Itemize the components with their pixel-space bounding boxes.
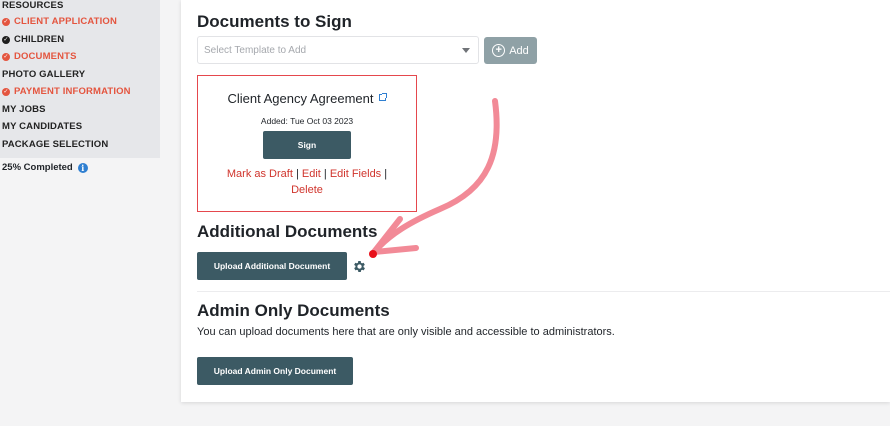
separator: | [384,168,388,180]
sidebar-item-label: DOCUMENTS [14,51,77,62]
edit-fields-link[interactable]: Edit Fields [330,168,381,180]
gear-icon[interactable] [352,259,367,274]
sidebar-item-label: MY JOBS [2,104,46,115]
document-title: Client Agency Agreement [227,91,374,106]
document-actions: Mark as Draft | Edit | Edit Fields | Del… [208,166,406,198]
delete-link[interactable]: Delete [291,184,323,196]
sidebar-item-children[interactable]: ✓ CHILDREN [2,34,64,45]
sidebar-item-my-jobs[interactable]: MY JOBS [2,104,46,115]
external-link-icon[interactable] [379,93,388,102]
document-added-date: Added: Tue Oct 03 2023 [260,116,354,126]
sidebar-item-resources[interactable]: RESOURCES [2,0,64,11]
template-select[interactable]: Select Template to Add [197,36,479,64]
sidebar-item-payment-information[interactable]: ✓ PAYMENT INFORMATION [2,86,131,97]
sign-button[interactable]: Sign [263,131,351,159]
sidebar-item-documents[interactable]: ✓ DOCUMENTS [2,51,77,62]
sidebar-item-label: MY CANDIDATES [2,121,83,132]
info-icon[interactable]: i [77,162,88,173]
sidebar-item-label: CHILDREN [14,34,65,45]
plus-circle-icon: + [492,44,506,57]
additional-documents-heading: Additional Documents [197,222,378,241]
add-template-button[interactable]: + Add [484,37,537,64]
sidebar-item-my-candidates[interactable]: MY CANDIDATES [2,121,82,132]
upload-additional-document-button[interactable]: Upload Additional Document [197,252,347,280]
sidebar-item-photo-gallery[interactable]: PHOTO GALLERY [2,69,85,80]
documents-panel: Documents to Sign Select Template to Add… [181,0,890,402]
sidebar-item-label: PACKAGE SELECTION [2,139,109,150]
sidebar-item-package-selection[interactable]: PACKAGE SELECTION [2,139,108,150]
edit-link[interactable]: Edit [302,168,321,180]
annotation-marker [369,250,377,258]
sidebar-item-label: PAYMENT INFORMATION [14,86,131,97]
separator: | [323,168,327,180]
caret-down-icon [462,48,470,53]
upload-admin-only-document-button[interactable]: Upload Admin Only Document [197,357,353,385]
progress-label: 25% Completed [2,162,73,173]
check-icon: ✓ [2,17,10,26]
document-card: Client Agency Agreement Added: Tue Oct 0… [197,75,417,212]
sidebar: RESOURCES ✓ CLIENT APPLICATION ✓ CHILDRE… [0,0,160,158]
completion-progress: 25% Completed i [2,162,88,173]
admin-only-description: You can upload documents here that are o… [197,326,615,338]
admin-only-documents-heading: Admin Only Documents [197,301,390,320]
section-divider [197,291,890,292]
sidebar-item-client-application[interactable]: ✓ CLIENT APPLICATION [2,16,117,27]
sidebar-item-label: RESOURCES [2,0,64,11]
sidebar-item-label: PHOTO GALLERY [2,69,86,80]
document-title-row: Client Agency Agreement [198,91,416,106]
separator: | [295,168,299,180]
template-select-placeholder: Select Template to Add [204,44,307,56]
add-button-label: Add [509,44,529,57]
check-icon: ✓ [2,52,10,61]
mark-as-draft-link[interactable]: Mark as Draft [227,168,293,180]
documents-to-sign-heading: Documents to Sign [197,12,352,31]
check-icon: ✓ [2,87,10,96]
sidebar-item-label: CLIENT APPLICATION [14,16,117,27]
check-icon: ✓ [2,35,10,44]
